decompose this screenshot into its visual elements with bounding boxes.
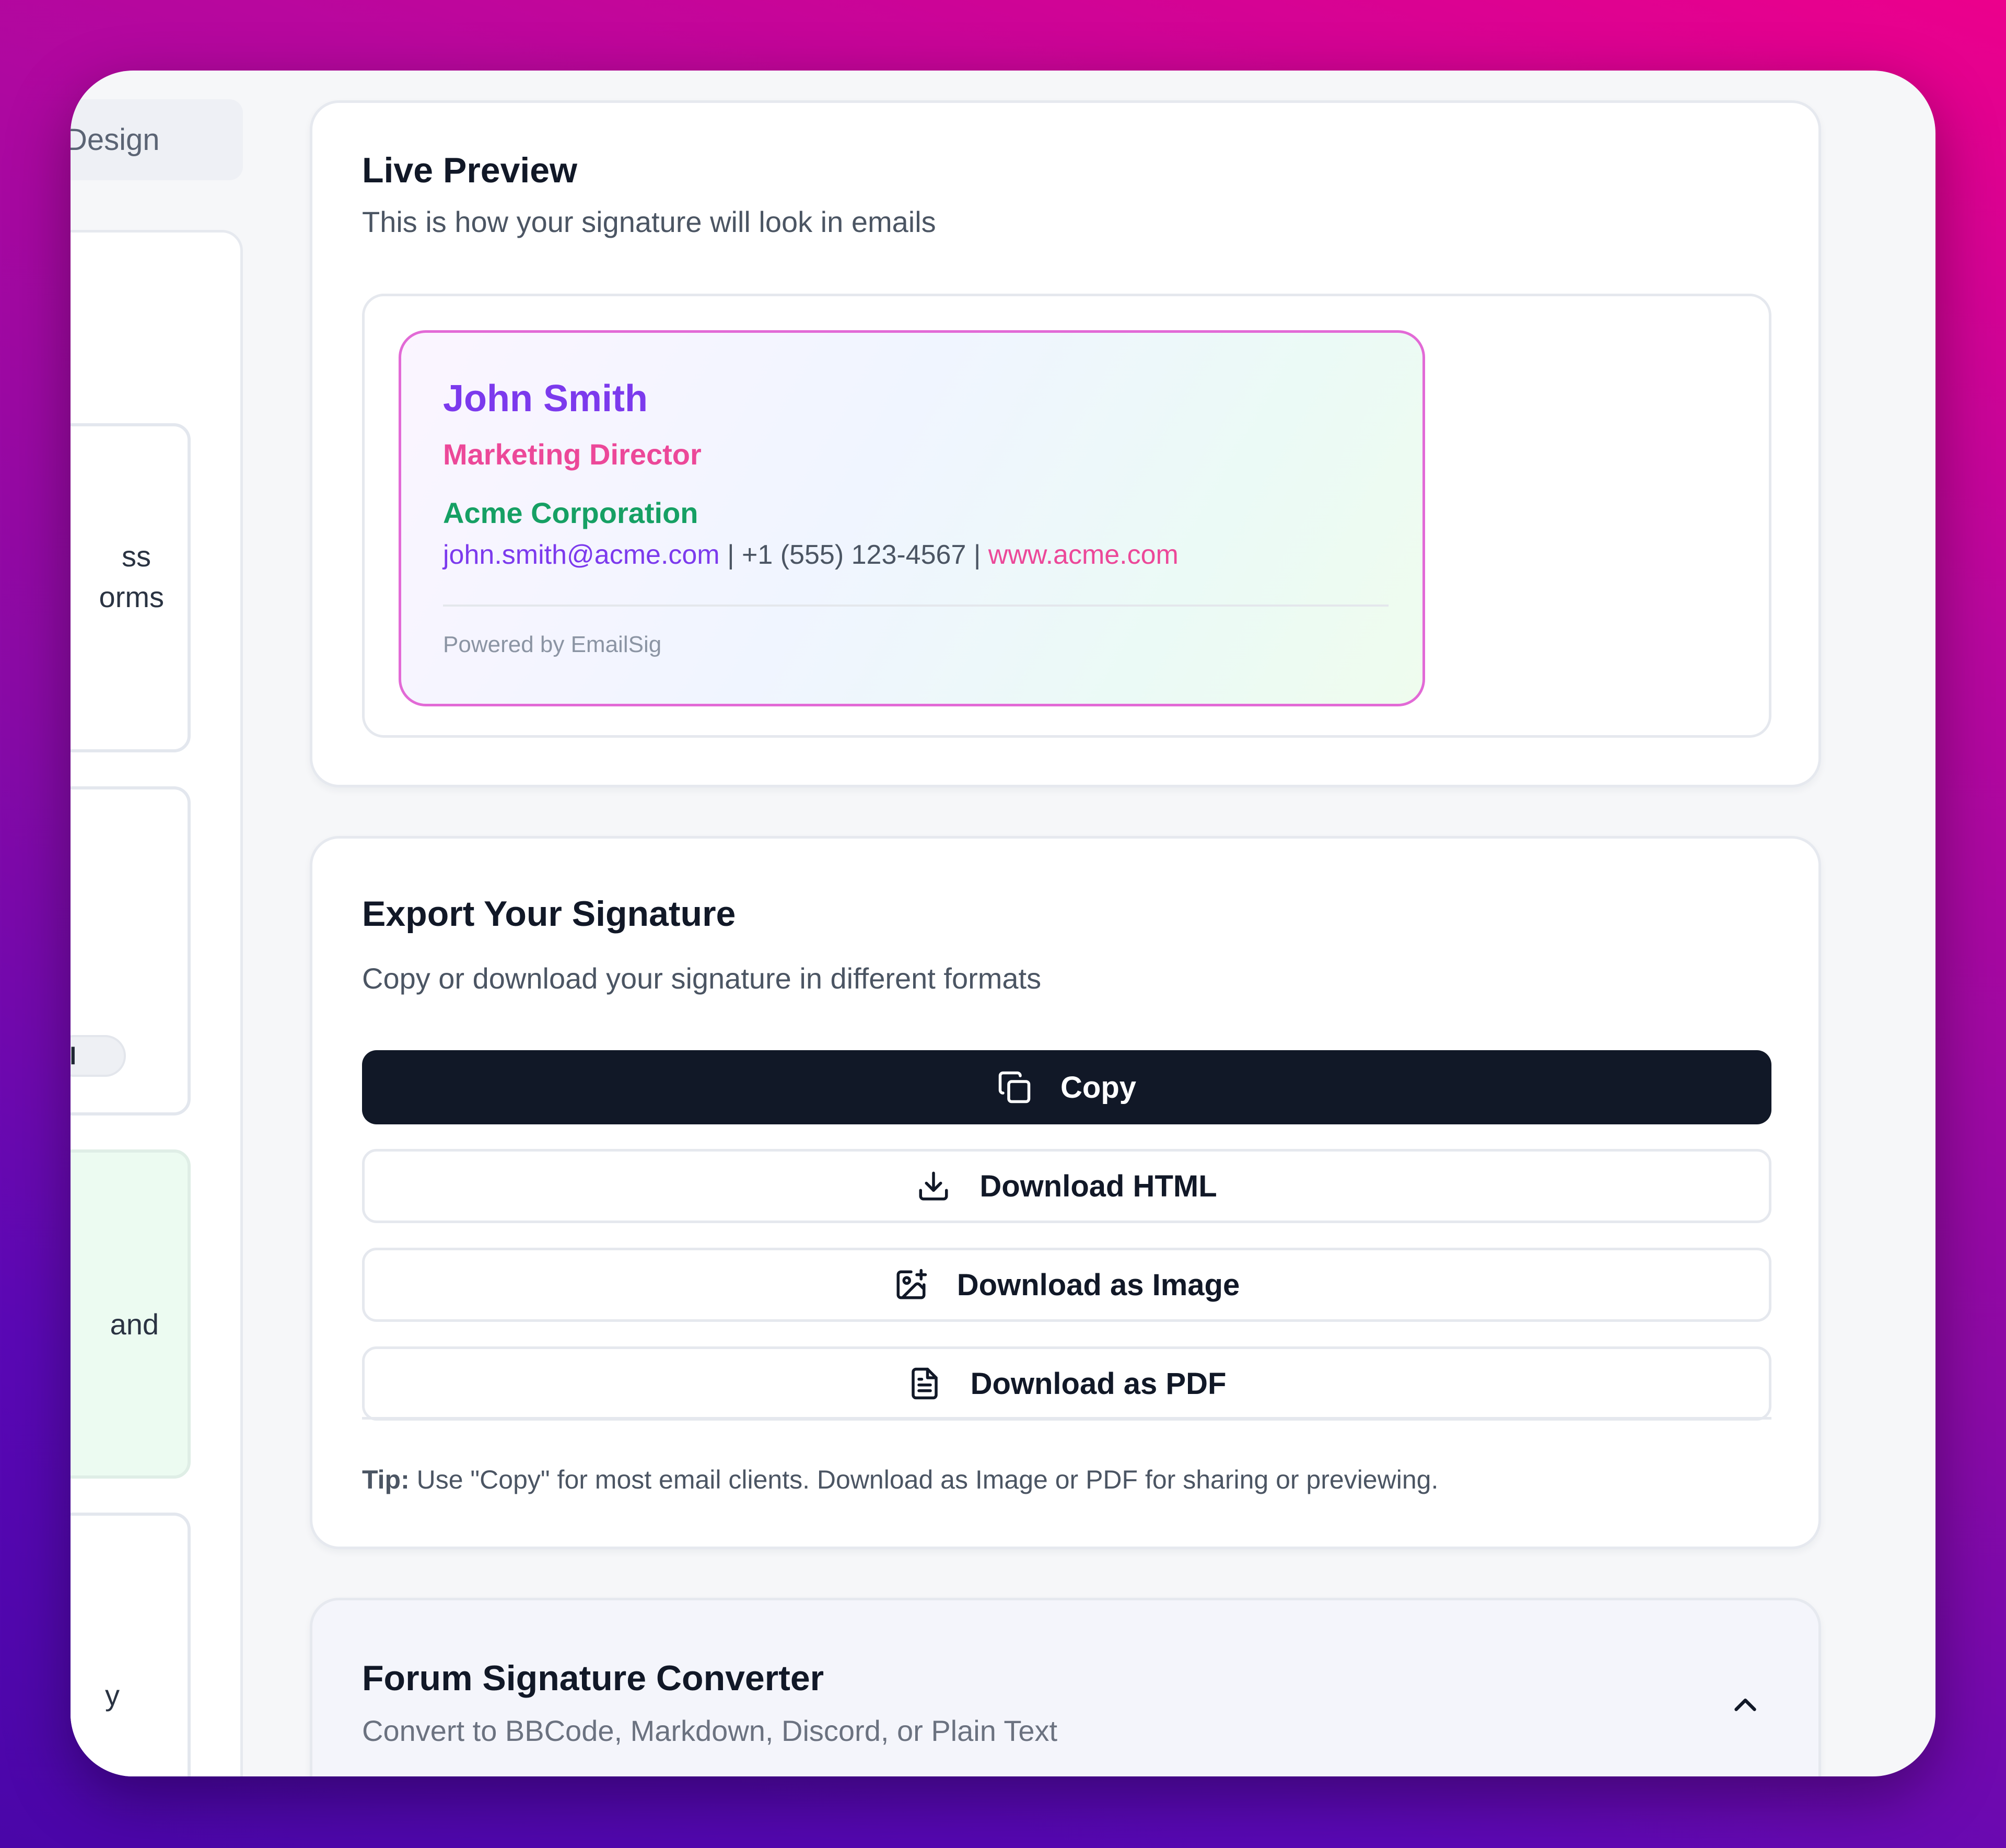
forum-converter-title: Forum Signature Converter xyxy=(362,1658,824,1698)
live-preview-title: Live Preview xyxy=(362,150,578,190)
signature-company: Acme Corporation xyxy=(443,496,698,529)
template-card-text: y xyxy=(105,1679,120,1712)
template-badge: ial xyxy=(71,1035,126,1077)
copy-icon xyxy=(998,1071,1031,1103)
download-pdf-label: Download as PDF xyxy=(970,1366,1227,1401)
tab-design[interactable]: Design xyxy=(71,99,243,180)
download-icon xyxy=(919,1171,948,1201)
tab-design-label: Design xyxy=(71,123,160,157)
tip-text: Use "Copy" for most email clients. Downl… xyxy=(409,1465,1439,1494)
export-card: Export Your Signature Copy or download y… xyxy=(310,836,1821,1549)
forum-converter-card[interactable]: Forum Signature Converter Convert to BBC… xyxy=(310,1598,1821,1776)
signature-email-link[interactable]: john.smith@acme.com xyxy=(443,540,720,570)
chevron-up-icon[interactable] xyxy=(1727,1687,1764,1723)
export-subtitle: Copy or download your signature in diffe… xyxy=(362,962,1042,995)
signature-divider xyxy=(443,605,1389,607)
signature-job-title: Marketing Director xyxy=(443,438,702,471)
template-card-text: ss xyxy=(122,540,151,573)
file-text-icon xyxy=(911,1367,938,1400)
signature-preview: John Smith Marketing Director Acme Corpo… xyxy=(399,330,1425,706)
app-window: Design ss orms ial and y Live Preview Th… xyxy=(71,71,1935,1776)
template-card[interactable]: ial xyxy=(71,786,191,1115)
live-preview-card: Live Preview This is how your signature … xyxy=(310,100,1821,787)
signature-phone: +1 (555) 123-4567 xyxy=(742,540,966,570)
export-title: Export Your Signature xyxy=(362,894,736,934)
powered-by-text: Powered by EmailSig xyxy=(443,632,662,657)
image-icon xyxy=(896,1269,927,1299)
export-tip: Tip: Use "Copy" for most email clients. … xyxy=(362,1465,1438,1495)
signature-website-link[interactable]: www.acme.com xyxy=(988,540,1179,570)
live-preview-subtitle: This is how your signature will look in … xyxy=(362,205,936,238)
forum-converter-subtitle: Convert to BBCode, Markdown, Discord, or… xyxy=(362,1714,1058,1747)
signature-contact-line: john.smith@acme.com | +1 (555) 123-4567 … xyxy=(443,539,1179,571)
download-html-label: Download HTML xyxy=(979,1169,1217,1203)
copy-button-label: Copy xyxy=(1060,1070,1136,1105)
copy-button[interactable]: Copy xyxy=(362,1050,1771,1124)
tip-divider xyxy=(362,1417,1771,1420)
template-card[interactable]: y xyxy=(71,1513,191,1776)
template-card-selected[interactable]: and xyxy=(71,1149,191,1479)
separator: | xyxy=(719,540,742,570)
download-html-button[interactable]: Download HTML xyxy=(362,1149,1771,1223)
template-card[interactable]: ss orms xyxy=(71,423,191,752)
signature-name: John Smith xyxy=(443,378,648,420)
download-pdf-button[interactable]: Download as PDF xyxy=(362,1346,1771,1421)
tip-label: Tip: xyxy=(362,1465,410,1494)
download-image-label: Download as Image xyxy=(957,1268,1240,1302)
template-sidebar: Design ss orms ial and y xyxy=(71,71,243,1776)
template-card-text: and xyxy=(110,1308,159,1341)
template-card-text: orms xyxy=(99,580,164,613)
separator: | xyxy=(966,540,988,570)
download-image-button[interactable]: Download as Image xyxy=(362,1248,1771,1322)
preview-frame: John Smith Marketing Director Acme Corpo… xyxy=(362,294,1771,738)
